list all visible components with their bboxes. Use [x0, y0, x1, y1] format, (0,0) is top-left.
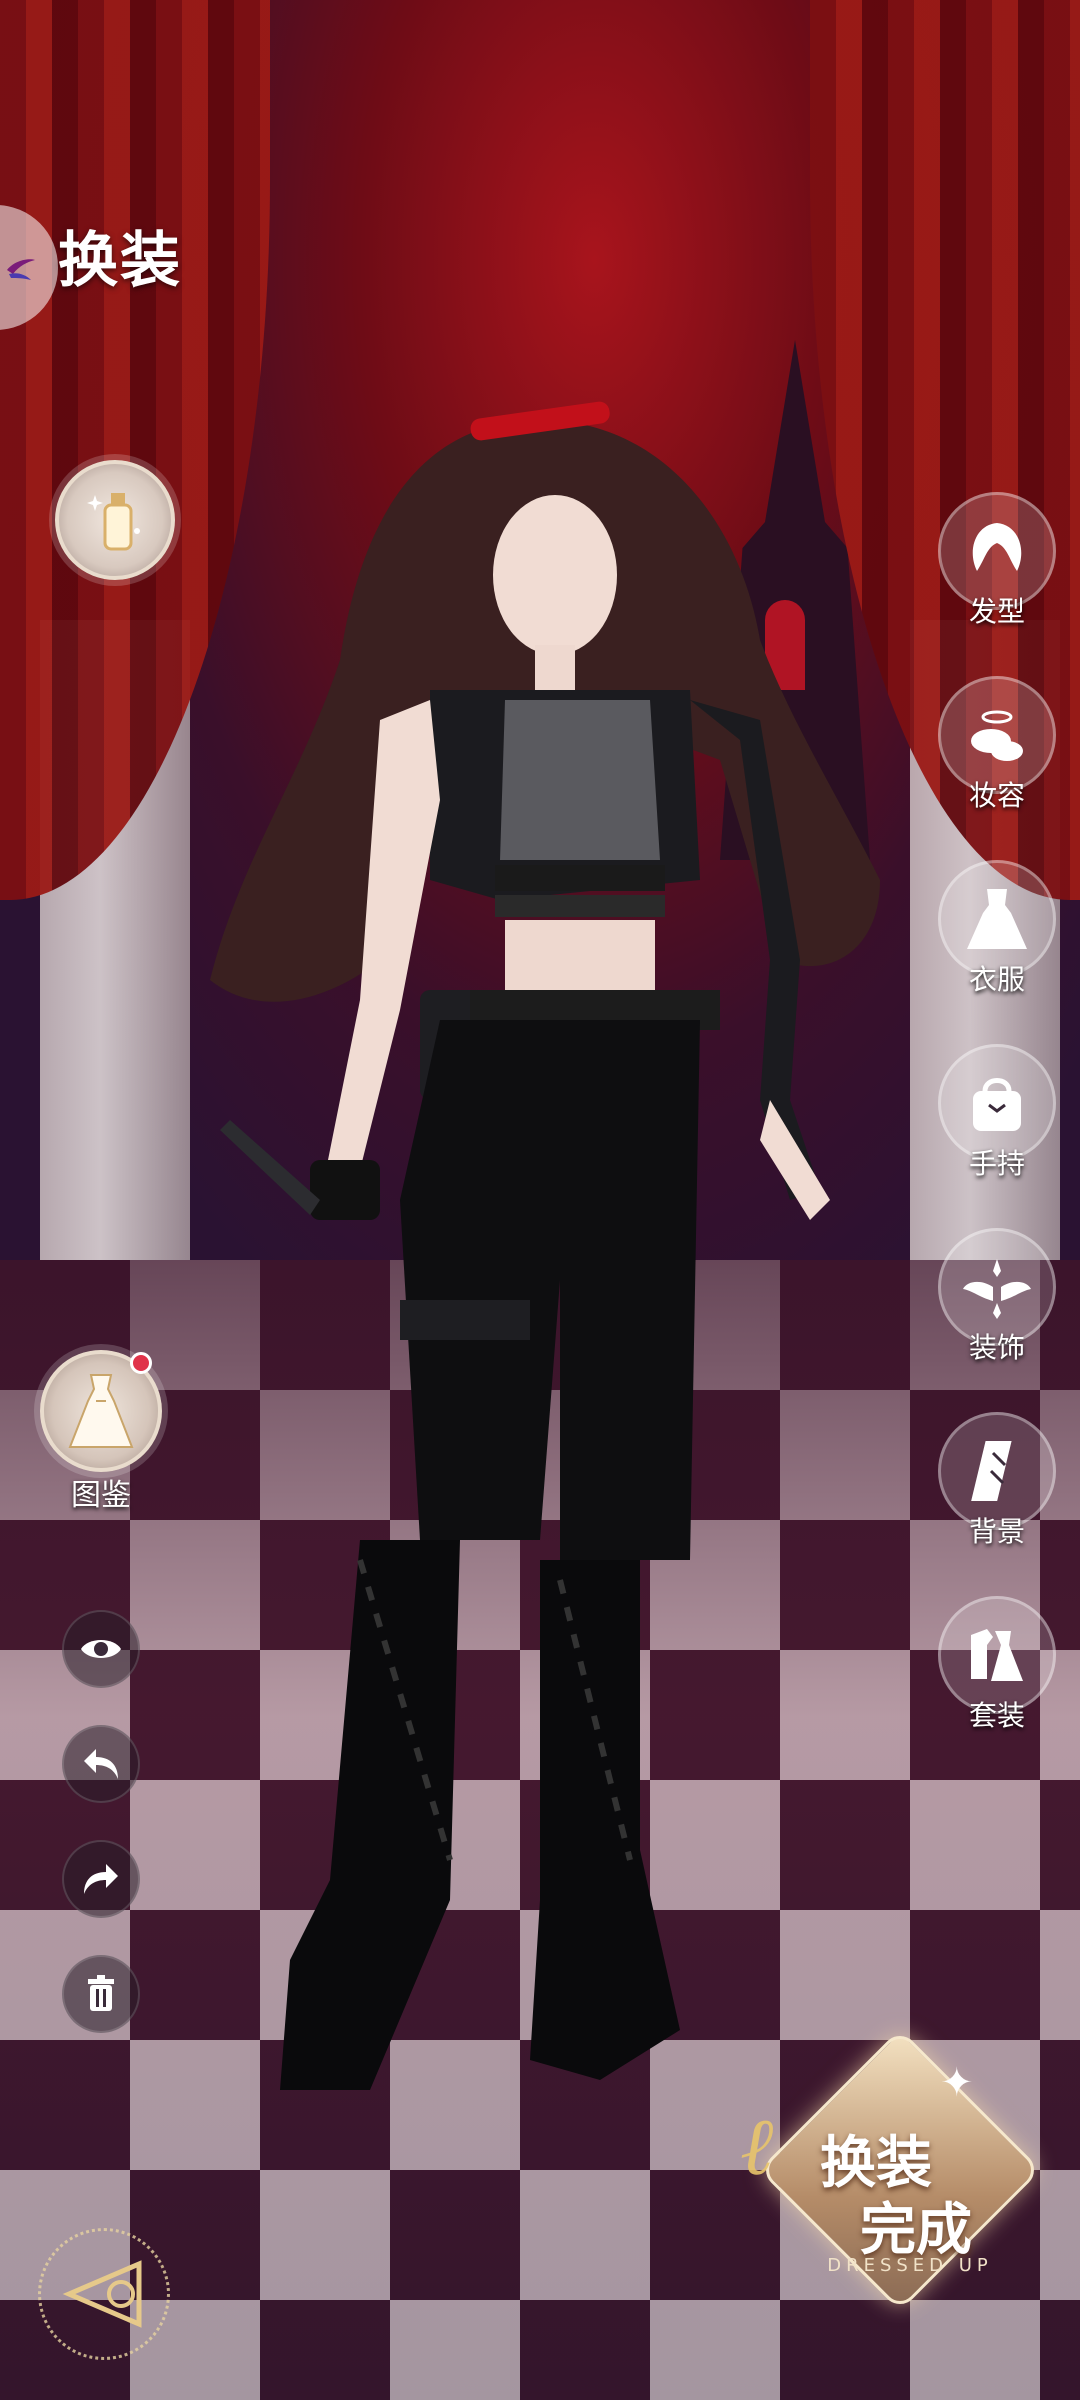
wings-icon	[963, 1259, 1031, 1319]
handbag-icon	[973, 1078, 1021, 1131]
gallery-label: 图鉴	[71, 1478, 131, 1513]
notification-dot	[130, 1352, 152, 1374]
menu-outfit-set[interactable]: 套装	[938, 1596, 1056, 1734]
menu-handheld[interactable]: 手持	[938, 1044, 1056, 1182]
menu-accessories[interactable]: 装饰	[938, 1228, 1056, 1366]
undo-icon	[84, 1749, 118, 1779]
menu-label: 背景	[968, 1515, 1025, 1548]
sparkle-icon: ✦	[940, 2060, 974, 2106]
menu-label: 衣服	[968, 963, 1025, 996]
done-subtitle: DRESSED UP	[827, 2255, 993, 2276]
character-model[interactable]	[0, 0, 1080, 2400]
feather-logo-icon	[7, 258, 35, 280]
menu-label: 发型	[968, 595, 1025, 628]
menu-makeup[interactable]: 妆容	[938, 676, 1056, 814]
redo-icon	[84, 1864, 118, 1894]
cosmetic-bottle-icon	[87, 493, 140, 551]
hair-icon	[972, 523, 1022, 571]
character-figure	[210, 401, 880, 2090]
redo-button[interactable]	[62, 1840, 140, 1918]
menu-label: 妆容	[968, 779, 1025, 812]
background-icon	[971, 1441, 1012, 1501]
delete-button[interactable]	[62, 1955, 140, 2033]
eye-icon	[81, 1640, 121, 1658]
done-title-line2: 完成	[860, 2197, 972, 2263]
dress-icon	[967, 889, 1027, 949]
decorative-script: ℓ	[740, 2100, 774, 2193]
cosmetics-button[interactable]	[55, 460, 175, 580]
undo-button[interactable]	[62, 1725, 140, 1803]
menu-hair[interactable]: 发型	[938, 492, 1056, 630]
dress-gallery-icon	[68, 1374, 134, 1448]
menu-label: 装饰	[968, 1331, 1025, 1364]
page-title: 换装	[58, 226, 182, 296]
back-button[interactable]	[38, 2228, 170, 2360]
menu-label: 套装	[968, 1699, 1025, 1732]
menu-clothes[interactable]: 衣服	[938, 860, 1056, 998]
makeup-icon	[971, 710, 1023, 761]
toggle-view-button[interactable]	[62, 1610, 140, 1688]
dressed-up-button[interactable]: ℓ ✦ 换装 完成 DRESSED UP	[740, 2028, 1042, 2340]
back-triangle-icon	[62, 2260, 142, 2328]
menu-label: 手持	[968, 1147, 1025, 1180]
outfit-set-icon	[971, 1629, 1023, 1681]
menu-background[interactable]: 背景	[938, 1412, 1056, 1550]
trash-icon	[88, 1975, 114, 2011]
